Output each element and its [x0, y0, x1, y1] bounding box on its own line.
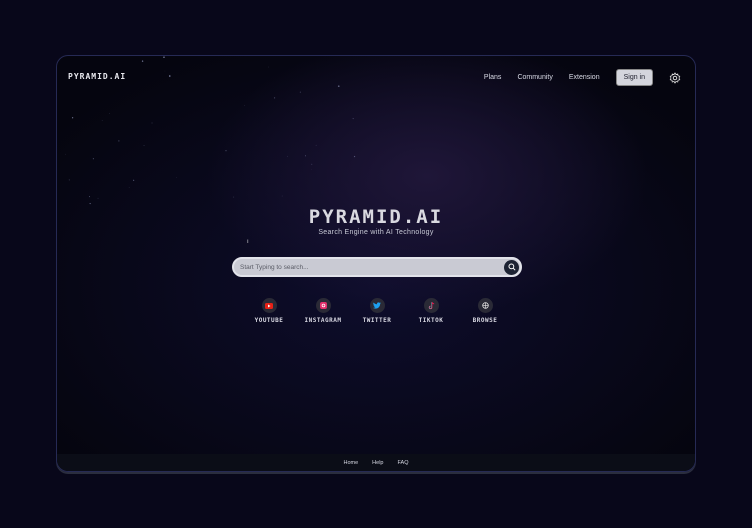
shortcut-twitter[interactable]: TWITTER [347, 298, 407, 324]
nav-extension[interactable]: Extension [569, 74, 600, 81]
shortcut-youtube[interactable]: YOUTUBE [239, 298, 299, 324]
star [92, 158, 94, 160]
star [315, 144, 317, 146]
star [143, 145, 145, 147]
sign-in-button[interactable]: Sign in [615, 69, 653, 86]
instagram-icon [319, 302, 327, 309]
star [118, 140, 120, 142]
search-icon [507, 263, 516, 271]
footer-home[interactable]: Home [344, 460, 359, 466]
star [287, 155, 288, 157]
star [337, 85, 340, 87]
star [305, 155, 306, 157]
twitter-icon [373, 302, 381, 309]
search-bar [232, 257, 522, 277]
star [353, 155, 356, 158]
shortcut-instagram[interactable]: INSTAGRAM [293, 298, 353, 324]
gear-icon[interactable] [669, 71, 681, 84]
star [163, 56, 165, 58]
star [311, 163, 313, 165]
hero-subtitle: Search Engine with AI Technology [318, 229, 434, 236]
star [89, 196, 91, 198]
hero: PYRAMID.AI Search Engine with AI Technol… [57, 206, 695, 236]
star [65, 153, 66, 155]
footer-help[interactable]: Help [372, 460, 383, 466]
nav-community[interactable]: Community [517, 74, 552, 81]
youtube-icon [265, 302, 273, 309]
text-cursor: ı [247, 239, 249, 245]
search-button[interactable] [504, 259, 519, 275]
star [71, 117, 74, 119]
star [225, 150, 227, 152]
star [273, 97, 276, 99]
star [133, 179, 135, 181]
star [299, 91, 301, 93]
star [141, 60, 144, 62]
tiktok-icon [428, 301, 434, 309]
search-input[interactable] [240, 263, 504, 271]
star [352, 118, 354, 120]
globe-icon [481, 302, 489, 309]
star [101, 120, 103, 121]
footer-faq[interactable]: FAQ [397, 460, 408, 466]
star [128, 186, 130, 188]
star [169, 75, 171, 77]
star [233, 196, 235, 198]
star [89, 203, 91, 205]
shortcut-browse[interactable]: BROWSE [455, 298, 515, 324]
footer: Home Help FAQ [57, 454, 695, 471]
nav-plans[interactable]: Plans [484, 74, 502, 81]
hero-title: PYRAMID.AI [308, 206, 444, 228]
logo[interactable]: PYRAMID.AI [68, 72, 126, 81]
star [97, 197, 99, 199]
star [244, 105, 245, 106]
top-nav: Plans Community Extension Sign in [484, 69, 681, 86]
app-window: PYRAMID.AI Plans Community Extension Sig… [56, 55, 696, 472]
shortcut-tiktok[interactable]: TIKTOK [401, 298, 461, 324]
star [109, 113, 110, 114]
star [151, 122, 153, 124]
star [68, 179, 70, 181]
